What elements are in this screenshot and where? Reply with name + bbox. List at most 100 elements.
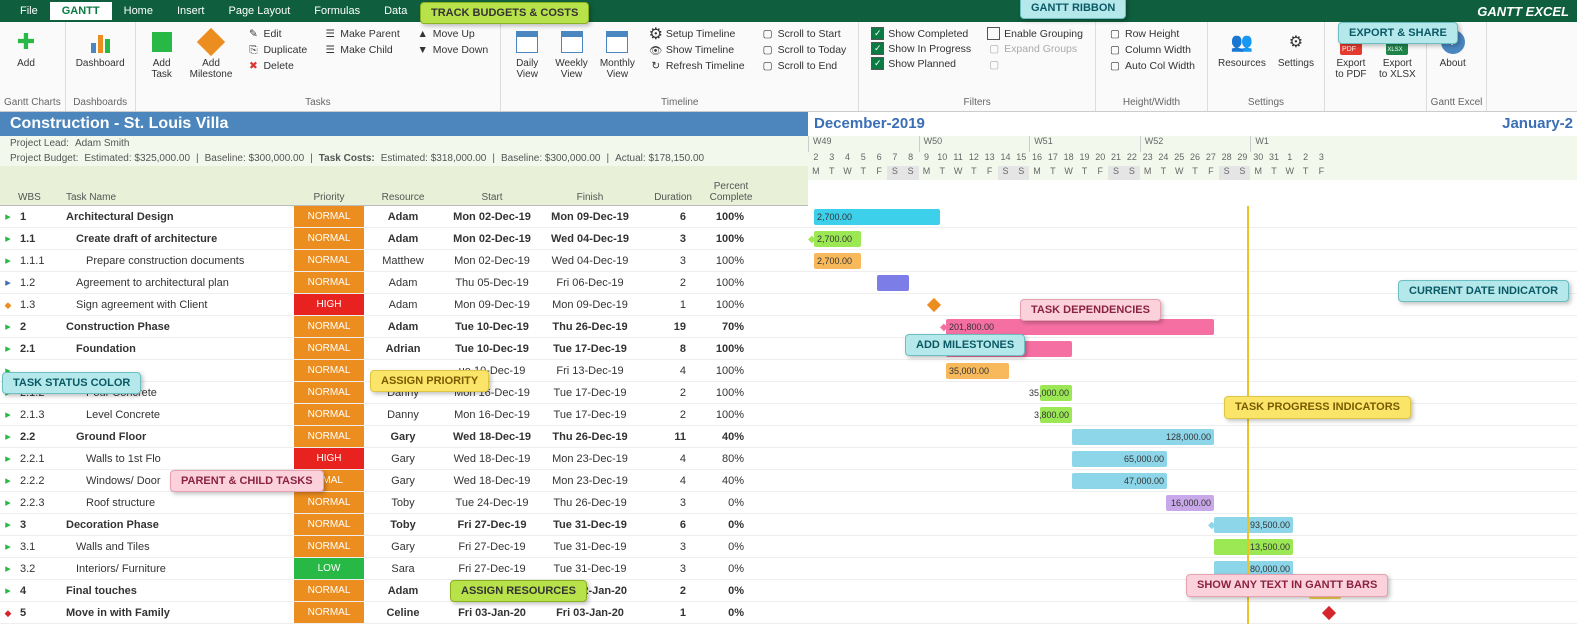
ribbon-dashboard[interactable]: Dashboard: [70, 24, 131, 73]
acw-icon: ▢: [1108, 59, 1122, 73]
task-row[interactable]: 3Decoration PhaseNORMALTobyFri 27-Dec-19…: [0, 514, 1577, 536]
ribbon-refresh-timeline[interactable]: ↻Refresh Timeline: [645, 58, 749, 74]
ribbon-enable-grouping[interactable]: Enable Grouping: [983, 26, 1087, 41]
priority-cell[interactable]: NORMAL: [294, 580, 364, 601]
task-row[interactable]: 1.3Sign agreement with ClientHIGHAdamMon…: [0, 294, 1577, 316]
priority-cell[interactable]: NORMAL: [294, 316, 364, 337]
menu-tab-file[interactable]: File: [8, 2, 50, 20]
status-bullet: [0, 607, 16, 619]
ribbon-move-down[interactable]: ▼Move Down: [412, 42, 492, 58]
ribbon-show-completed[interactable]: Show Completed: [867, 26, 975, 41]
priority-cell[interactable]: HIGH: [294, 448, 364, 469]
task-row[interactable]: 1.1.1Prepare construction documentsNORMA…: [0, 250, 1577, 272]
ribbon-monthly-view[interactable]: MonthlyView: [594, 24, 641, 84]
priority-cell[interactable]: NORMAL: [294, 492, 364, 513]
ribbon-column-width[interactable]: ▢Column Width: [1104, 42, 1199, 58]
gantt-bar[interactable]: 2,700.00◆: [814, 231, 861, 247]
chart-icon: [86, 28, 114, 56]
priority-cell[interactable]: NORMAL: [294, 382, 364, 403]
gantt-bar[interactable]: 13,500.00: [1214, 539, 1293, 555]
priority-cell[interactable]: HIGH: [294, 294, 364, 315]
exp-icon: ▢: [987, 42, 1001, 56]
task-row[interactable]: 2.2.3Roof structureNORMALTobyTue 24-Dec-…: [0, 492, 1577, 514]
priority-cell[interactable]: NORMAL: [294, 250, 364, 271]
ribbon-daily-view[interactable]: DailyView: [505, 24, 549, 84]
gantt-bar[interactable]: 2,700.00: [814, 253, 861, 269]
gantt-bar[interactable]: 2,700.00: [814, 209, 940, 225]
status-bullet: [0, 342, 16, 355]
ribbon-delete[interactable]: ✖Delete: [242, 58, 311, 74]
task-row[interactable]: 3.1Walls and TilesNORMALGaryFri 27-Dec-1…: [0, 536, 1577, 558]
milestone-marker[interactable]: [1322, 606, 1336, 620]
task-row[interactable]: 2.2Ground FloorNORMALGaryWed 18-Dec-19Th…: [0, 426, 1577, 448]
task-row[interactable]: 2.1FoundationNORMALAdrianTue 10-Dec-19Tu…: [0, 338, 1577, 360]
ribbon-duplicate[interactable]: ⎘Duplicate: [242, 42, 311, 58]
ribbon-auto-col-width[interactable]: ▢Auto Col Width: [1104, 58, 1199, 74]
task-row[interactable]: 1.1Create draft of architectureNORMALAda…: [0, 228, 1577, 250]
menu-tab-page layout[interactable]: Page Layout: [216, 2, 302, 20]
ribbon-add-task[interactable]: AddTask: [140, 24, 184, 84]
menu-tab-home[interactable]: Home: [112, 2, 165, 20]
gantt-bar[interactable]: 35,000.00: [946, 363, 1009, 379]
task-row[interactable]: 2.2.1Walls to 1st FloHIGHGaryWed 18-Dec-…: [0, 448, 1577, 470]
menu-tab-formulas[interactable]: Formulas: [302, 2, 372, 20]
ribbon-row-height[interactable]: ▢Row Height: [1104, 26, 1199, 42]
callout-milestones: ADD MILESTONES: [905, 334, 1025, 356]
task-row[interactable]: 5Move in with FamilyNORMALCelineFri 03-J…: [0, 602, 1577, 624]
task-row[interactable]: 1Architectural DesignNORMALAdamMon 02-De…: [0, 206, 1577, 228]
task-row[interactable]: 1.2Agreement to architectural planNORMAL…: [0, 272, 1577, 294]
callout-status: TASK STATUS COLOR: [2, 372, 141, 394]
task-row[interactable]: 2Construction PhaseNORMALAdamTue 10-Dec-…: [0, 316, 1577, 338]
status-bullet: [0, 210, 16, 223]
ribbon-make-child[interactable]: ☰Make Child: [319, 42, 404, 58]
ribbon-weekly-view[interactable]: WeeklyView: [549, 24, 594, 84]
menu-tab-data[interactable]: Data: [372, 2, 419, 20]
priority-cell[interactable]: NORMAL: [294, 206, 364, 227]
ribbon-scroll-to-today[interactable]: ▢Scroll to Today: [757, 42, 851, 58]
menu-tab-insert[interactable]: Insert: [165, 2, 217, 20]
priority-cell[interactable]: NORMAL: [294, 426, 364, 447]
gantt-bar[interactable]: 35,000.00: [1040, 385, 1072, 401]
priority-cell[interactable]: NORMAL: [294, 536, 364, 557]
scrL-icon: ▢: [761, 27, 775, 41]
ribbon-show-timeline[interactable]: 👁Show Timeline: [645, 42, 749, 58]
gantt-bar[interactable]: 128,000.00: [1072, 429, 1214, 445]
task-row[interactable]: NORMALue 10-Dec-19Fri 13-Dec-194100%35,0…: [0, 360, 1577, 382]
ribbon-scroll-to-end[interactable]: ▢Scroll to End: [757, 58, 851, 74]
gantt-bar[interactable]: 47,000.00: [1072, 473, 1167, 489]
ribbon-scroll-to-start[interactable]: ▢Scroll to Start: [757, 26, 851, 42]
ribbon-show-planned[interactable]: Show Planned: [867, 56, 975, 71]
menu-tab-gantt[interactable]: GANTT: [50, 2, 112, 20]
priority-cell[interactable]: NORMAL: [294, 602, 364, 623]
priority-cell[interactable]: NORMAL: [294, 360, 364, 381]
ribbon-setup-timeline[interactable]: ⚙Setup Timeline: [645, 26, 749, 42]
priority-cell[interactable]: NORMAL: [294, 228, 364, 249]
milestone-marker[interactable]: [927, 298, 941, 312]
priority-cell[interactable]: NORMAL: [294, 514, 364, 535]
ribbon-move-up[interactable]: ▲Move Up: [412, 26, 492, 42]
gantt-bar[interactable]: 93,500.00◆: [1214, 517, 1293, 533]
priority-cell[interactable]: NORMAL: [294, 404, 364, 425]
gantt-bar[interactable]: 16,000.00: [1166, 495, 1214, 511]
callout-today: CURRENT DATE INDICATOR: [1398, 280, 1569, 302]
callout-resources: ASSIGN RESOURCES: [450, 580, 587, 602]
ribbon-add-milestone[interactable]: AddMilestone: [184, 24, 239, 84]
ribbon-show-in-progress[interactable]: Show In Progress: [867, 41, 975, 56]
ribbon-resources[interactable]: 👥Resources: [1212, 24, 1272, 73]
ribbon-add[interactable]: ✚Add: [4, 24, 48, 73]
priority-cell[interactable]: LOW: [294, 558, 364, 579]
gantt-bar[interactable]: 201,800.00◆: [946, 319, 1214, 335]
ribbon-settings[interactable]: ⚙Settings: [1272, 24, 1320, 73]
status-bullet: [0, 408, 16, 421]
callout-budgets: TRACK BUDGETS & COSTS: [420, 2, 589, 24]
priority-cell[interactable]: NORMAL: [294, 338, 364, 359]
col-icon: ▢: [987, 58, 1001, 72]
gantt-bar[interactable]: 65,000.00: [1072, 451, 1167, 467]
ribbon-make-parent[interactable]: ☰Make Parent: [319, 26, 404, 42]
gantt-bar[interactable]: [877, 275, 909, 291]
callout-ribbon: GANTT RIBBON: [1020, 0, 1126, 19]
gantt-bar[interactable]: 3,800.00: [1040, 407, 1072, 423]
gear-icon: ⚙: [1282, 28, 1310, 56]
ribbon-edit[interactable]: ✎Edit: [242, 26, 311, 42]
priority-cell[interactable]: NORMAL: [294, 272, 364, 293]
